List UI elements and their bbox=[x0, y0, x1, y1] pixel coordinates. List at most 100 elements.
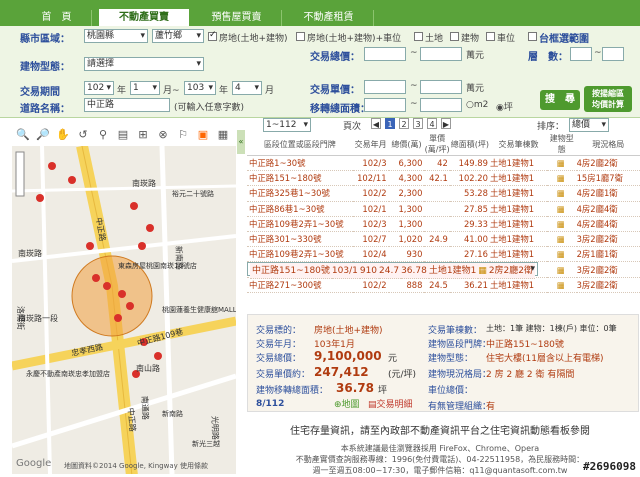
district-select[interactable]: 蘆竹鄉 bbox=[152, 29, 204, 43]
road-input[interactable]: 中正路 bbox=[84, 98, 170, 112]
pan-hand-icon[interactable]: ✋ bbox=[56, 128, 70, 142]
cell-addr[interactable]: 中正路271~300號 bbox=[247, 277, 353, 294]
county-select[interactable]: 桃園縣 bbox=[84, 29, 148, 43]
cell-layout: 15房1廳7衛 bbox=[576, 170, 640, 187]
unit-price-max[interactable] bbox=[420, 80, 462, 94]
refresh-icon[interactable]: ↺ bbox=[76, 128, 90, 142]
month-start-value: 1 bbox=[133, 83, 139, 93]
page-1[interactable]: 1 bbox=[385, 118, 395, 129]
clear-icon[interactable]: ⊗ bbox=[156, 128, 170, 142]
street-nankan-2: 南崁路 bbox=[132, 178, 156, 188]
results-table: 區段位置或區段門牌 交易年月 總價(萬) 單價(萬/坪) 總面積(坪) 交易筆棟… bbox=[247, 133, 640, 294]
tab-presale[interactable]: 預售屋買賣 bbox=[192, 10, 282, 26]
sort-select[interactable]: 總價 bbox=[569, 118, 609, 132]
type-label-land: 土地 bbox=[425, 34, 444, 44]
page-range-select[interactable]: 1~112 bbox=[263, 118, 311, 132]
street-nantong: 南通路 bbox=[140, 396, 151, 420]
table-row[interactable]: 中正路151~180號 103/1 910 24.7 36.78 土地1建物1 ▦ 2房2廳2… bbox=[247, 262, 538, 280]
table-row[interactable]: 中正路325巷1~30號 102/2 2,300 53.28 土地1建物1 ▦ 4房2廳1衛 bbox=[247, 185, 640, 202]
floor-min[interactable] bbox=[570, 47, 592, 61]
detail-type-label: 建物型態： bbox=[428, 354, 474, 364]
cell-addr[interactable]: 中正路109巷2弄1~30號 bbox=[247, 216, 353, 232]
page-2[interactable]: 2 bbox=[399, 118, 409, 129]
detail-unit-value: 247,412 bbox=[314, 365, 369, 379]
collapse-handle[interactable]: « bbox=[237, 130, 245, 154]
area-unit-m2[interactable]: ○m2 bbox=[466, 100, 488, 110]
table-row[interactable]: 中正路151~180號 102/11 4,300 42.1 102.20 土地1建物1 ▦ 1… bbox=[247, 170, 640, 187]
year-start-select[interactable]: 102 bbox=[84, 81, 114, 95]
grid-icon[interactable]: ▦ bbox=[216, 128, 230, 142]
total-price-min[interactable] bbox=[364, 47, 406, 61]
tab-home[interactable]: 首 頁 bbox=[22, 10, 92, 26]
tab-buy-sell[interactable]: 不動產買賣 bbox=[98, 8, 190, 26]
layers-icon[interactable]: ⊞ bbox=[136, 128, 150, 142]
floor-max[interactable] bbox=[602, 47, 624, 61]
detail-panel: 交易標的： 房地(土地+建物) 交易年月： 103年1月 交易總價： 9,100… bbox=[247, 314, 639, 412]
tab-rental[interactable]: 不動產租賃 bbox=[284, 10, 374, 26]
cell-addr[interactable]: 中正路325巷1~30號 bbox=[247, 185, 353, 202]
cell-type: ▦ bbox=[546, 246, 577, 263]
search-button[interactable]: 搜 尋 bbox=[540, 90, 580, 110]
building-type-icon: ▦ bbox=[556, 264, 565, 275]
area-unit-ping[interactable]: ◉坪 bbox=[496, 100, 513, 113]
cell-addr[interactable]: 中正路151~180號 bbox=[247, 170, 353, 187]
poi-taoyuan-health: 桃園蓮養生健康舘MALL you can eat bbox=[162, 305, 236, 314]
cell-total: 910 bbox=[359, 263, 380, 280]
search-map-icon[interactable]: ⚐ bbox=[176, 128, 190, 142]
detail-map-button[interactable]: ⊕地圖 bbox=[334, 397, 360, 410]
type-checkbox-building[interactable] bbox=[450, 32, 459, 41]
building-type-icon: ▦ bbox=[478, 265, 487, 276]
page-prev-button[interactable]: ◀ bbox=[371, 118, 381, 129]
marker-tool-icon[interactable]: ▣ bbox=[196, 128, 210, 142]
table-row[interactable]: 中正路109巷2弄1~30號 102/4 930 27.16 土地1建物1 ▦ 2房1廳1衛 bbox=[247, 246, 640, 263]
cell-addr[interactable]: 中正路301~330號 bbox=[247, 231, 353, 248]
detail-transaction-button[interactable]: ▤交易明細 bbox=[368, 397, 413, 410]
building-type-icon: ▦ bbox=[556, 218, 565, 229]
month-end-select[interactable]: 4 bbox=[232, 81, 262, 95]
detail-area-value: 36.78 bbox=[336, 381, 374, 395]
year-end-select[interactable]: 103 bbox=[184, 81, 216, 95]
month-start-select[interactable]: 1 bbox=[130, 81, 160, 95]
print-icon[interactable]: ▤ bbox=[116, 128, 130, 142]
type-label-parking: 車位 bbox=[497, 34, 516, 44]
cell-addr[interactable]: 中正路86巷1~30號 bbox=[247, 201, 353, 217]
map-range-checkbox[interactable] bbox=[528, 32, 537, 41]
cell-type: ▦ bbox=[546, 185, 577, 202]
type-checkbox-land[interactable] bbox=[414, 32, 423, 41]
map-view[interactable]: 中正路 中正路 新南路 南崁路 洛陽街 忠孝西路 中正路109巷 南崁路 南山路… bbox=[12, 146, 236, 474]
cell-area: 36.21 bbox=[449, 277, 490, 294]
area-min[interactable] bbox=[364, 98, 406, 112]
zoom-out-icon[interactable]: 🔎 bbox=[36, 128, 50, 142]
page-4[interactable]: 4 bbox=[427, 118, 437, 129]
type-checkbox-house-parking[interactable] bbox=[296, 32, 305, 41]
type-checkbox-parking[interactable] bbox=[486, 32, 495, 41]
month-start-unit: 月~ bbox=[163, 86, 180, 96]
detail-total-value: 9,100,000 bbox=[314, 349, 382, 363]
measure-icon[interactable]: ⚲ bbox=[96, 128, 110, 142]
table-row[interactable]: 中正路301~330號 102/7 1,020 24.9 41.00 土地1建物1 ▦ 3房2… bbox=[247, 231, 640, 248]
cell-area: 53.28 bbox=[449, 185, 490, 202]
table-row[interactable]: 中正路271~300號 102/2 888 24.5 36.21 土地1建物1 ▦ 3房2廳2… bbox=[247, 277, 640, 294]
cell-addr[interactable]: 中正路1~30號 bbox=[247, 155, 353, 172]
cell-addr[interactable]: 中正路109巷2弄1~30號 bbox=[247, 246, 353, 263]
type-checkbox-house[interactable] bbox=[208, 30, 217, 41]
average-price-button[interactable]: 按揚縮區 均價計算 bbox=[584, 86, 632, 112]
page-next-button[interactable]: ▶ bbox=[441, 118, 451, 129]
area-max[interactable] bbox=[420, 98, 462, 112]
cell-addr[interactable]: 中正路151~180號 bbox=[250, 263, 332, 280]
page-3[interactable]: 3 bbox=[413, 118, 423, 129]
cell-area: 29.33 bbox=[449, 216, 490, 232]
detail-road-label: 建物區段門牌： bbox=[428, 340, 492, 350]
build-type-select[interactable]: 請選擇 bbox=[84, 57, 204, 71]
building-type-icon: ▦ bbox=[556, 249, 565, 260]
district-select-value: 蘆竹鄉 bbox=[155, 31, 183, 41]
cell-date: 102/2 bbox=[352, 277, 389, 294]
unit-price-min[interactable] bbox=[364, 80, 406, 94]
table-row[interactable]: 中正路86巷1~30號 102/1 1,300 27.85 土地1建物1 ▦ 4房2廳4衛 bbox=[247, 201, 640, 217]
table-row[interactable]: 中正路109巷2弄1~30號 102/3 1,300 29.33 土地1建物1 ▦ 4房2廳… bbox=[247, 216, 640, 232]
cell-type: ▦ bbox=[546, 155, 577, 172]
cell-items: 土地1建物1 bbox=[489, 201, 547, 217]
zoom-in-icon[interactable]: 🔍 bbox=[16, 128, 30, 142]
table-row[interactable]: 中正路1~30號 102/3 6,300 42 149.89 土地1建物1 ▦ 4房2廳2衛 bbox=[247, 155, 640, 172]
total-price-max[interactable] bbox=[420, 47, 462, 61]
